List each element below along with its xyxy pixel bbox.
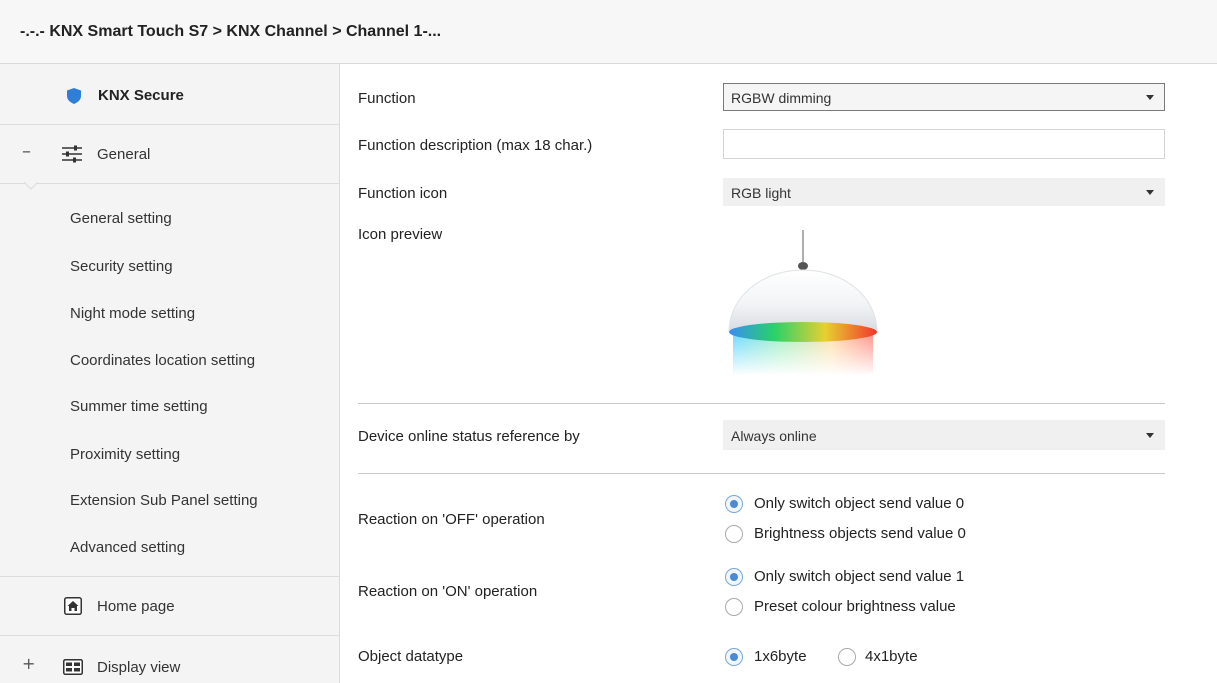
parameter-panel: Function RGBW dimming Function descripti… [341, 64, 1217, 683]
sidebar-item-summer-time-setting[interactable]: Summer time setting [70, 398, 208, 415]
sidebar-item-night-mode-setting[interactable]: Night mode setting [70, 305, 195, 322]
object-datatype-label: Object datatype [358, 648, 464, 665]
sidebar-item-coordinates-location-setting[interactable]: Coordinates location setting [70, 352, 255, 369]
datatype-4x1byte-label: 4x1byte [865, 648, 918, 665]
sidebar-item-general-setting[interactable]: General setting [70, 210, 172, 227]
reaction-on-label: Reaction on 'ON' operation [358, 583, 538, 600]
reaction-off-option-switch-radio[interactable] [725, 495, 743, 513]
sidebar-item-extension-sub-panel-setting[interactable]: Extension Sub Panel setting [70, 492, 258, 509]
sidebar: KNX Secure – General General setting Sec… [0, 64, 340, 683]
sidebar-item-home-page[interactable]: Home page [0, 577, 340, 635]
breadcrumb: -.-.- KNX Smart Touch S7 > KNX Channel >… [0, 0, 1217, 64]
expand-toggle[interactable]: + [22, 654, 35, 673]
datatype-1x6byte-radio[interactable] [725, 648, 743, 666]
sidebar-item-general[interactable]: – General [0, 125, 340, 183]
icon-preview-label: Icon preview [358, 226, 443, 243]
breadcrumb-text: -.-.- KNX Smart Touch S7 > KNX Channel >… [20, 23, 442, 40]
sidebar-item-security-setting[interactable]: Security setting [70, 258, 173, 275]
function-icon-label: Function icon [358, 185, 448, 202]
shield-icon [67, 88, 81, 104]
reaction-on-option-preset-label: Preset colour brightness value [754, 598, 956, 615]
function-value: RGBW dimming [731, 90, 832, 106]
sliders-icon [62, 145, 82, 163]
online-status-label: Device online status reference by [358, 428, 580, 445]
sidebar-item-label: Display view [97, 659, 181, 676]
datatype-1x6byte-label: 1x6byte [754, 648, 807, 665]
sidebar-item-knx-secure[interactable]: KNX Secure [0, 64, 340, 124]
online-status-value: Always online [731, 428, 817, 444]
function-description-label: Function description (max 18 char.) [358, 137, 593, 154]
chevron-down-icon [1146, 95, 1154, 100]
datatype-4x1byte-radio[interactable] [838, 648, 856, 666]
reaction-on-option-preset-radio[interactable] [725, 598, 743, 616]
divider [358, 403, 1165, 404]
sidebar-item-label: General [97, 146, 151, 163]
selection-notch [24, 182, 38, 190]
function-description-input[interactable] [723, 129, 1165, 159]
reaction-on-option-switch-label: Only switch object send value 1 [754, 568, 965, 585]
online-status-select[interactable]: Always online [723, 420, 1165, 450]
home-icon [64, 597, 82, 615]
display-view-icon [63, 659, 83, 675]
divider [358, 473, 1165, 474]
reaction-off-option-switch-label: Only switch object send value 0 [754, 495, 965, 512]
function-icon-select[interactable]: RGB light [723, 178, 1165, 206]
function-icon-value: RGB light [731, 185, 791, 201]
divider [0, 183, 340, 184]
collapse-toggle[interactable]: – [22, 141, 31, 162]
rgb-pendant-lamp-icon [728, 230, 878, 376]
sidebar-item-proximity-setting[interactable]: Proximity setting [70, 446, 180, 463]
function-select[interactable]: RGBW dimming [723, 83, 1165, 111]
reaction-off-label: Reaction on 'OFF' operation [358, 511, 545, 528]
reaction-off-option-brightness-radio[interactable] [725, 525, 743, 543]
sidebar-item-advanced-setting[interactable]: Advanced setting [70, 539, 185, 556]
function-label: Function [358, 90, 416, 107]
chevron-down-icon [1146, 433, 1154, 438]
sidebar-item-label: Home page [97, 598, 175, 615]
reaction-off-option-brightness-label: Brightness objects send value 0 [754, 525, 966, 542]
reaction-on-option-switch-radio[interactable] [725, 568, 743, 586]
sidebar-item-label: KNX Secure [98, 87, 184, 104]
chevron-down-icon [1146, 190, 1154, 195]
sidebar-item-display-view[interactable]: + Display view [0, 636, 340, 683]
